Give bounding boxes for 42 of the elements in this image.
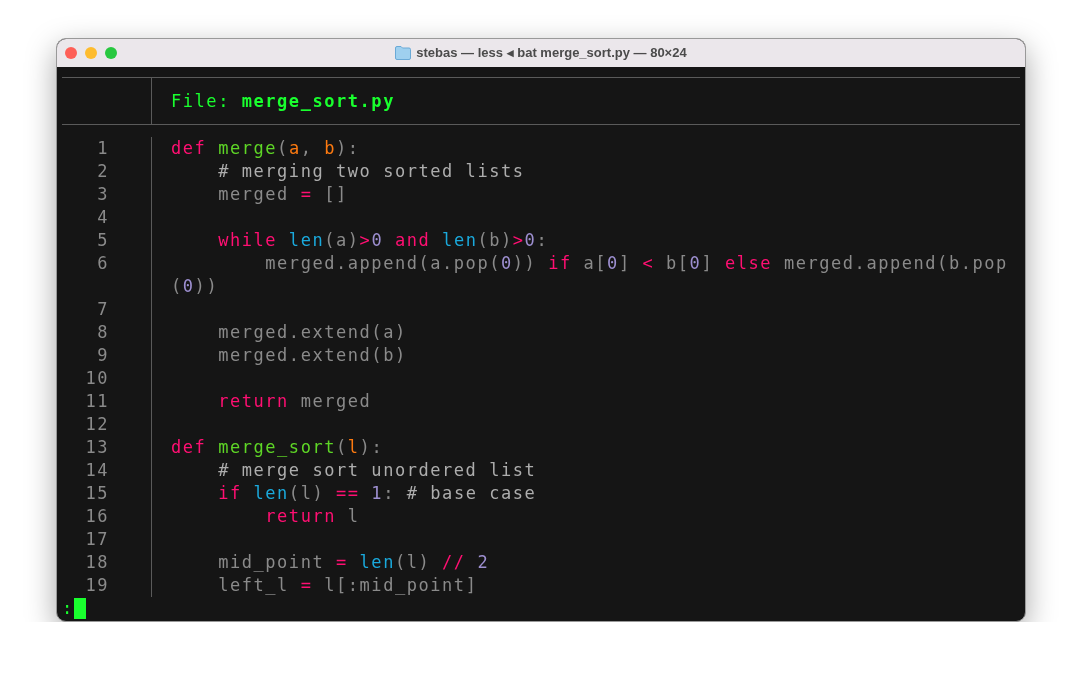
- code-line: return merged: [217, 391, 372, 411]
- line-number: 19: [85, 575, 109, 595]
- line-number: 3: [97, 184, 109, 204]
- code-line: if len(l) == 1: # base case: [217, 483, 537, 503]
- line-number: 18: [85, 552, 109, 572]
- line-number: 1: [97, 138, 109, 158]
- zoom-button[interactable]: [105, 47, 117, 59]
- line-number: 12: [85, 414, 109, 434]
- minimize-button[interactable]: [85, 47, 97, 59]
- line-number: 11: [85, 391, 109, 411]
- code-line: merged.append(a.pop(0)) if a[0] < b[0] else merged.append(b.pop: [264, 253, 1008, 273]
- window-title: stebas — less ◂ bat merge_sort.py — 80×24: [416, 44, 687, 63]
- code-line: (0)): [171, 276, 219, 296]
- line-number: 9: [97, 345, 109, 365]
- code-line: # merge sort unordered list: [217, 460, 537, 480]
- line-number: 8: [97, 322, 109, 342]
- code-line: while len(a)>0 and len(b)>0:: [217, 230, 549, 250]
- line-number: 16: [85, 506, 109, 526]
- text-cursor: [73, 598, 86, 619]
- line-number: 15: [85, 483, 109, 503]
- code-line: mid_point = len(l) // 2: [217, 552, 490, 572]
- code-line: merged.extend(a): [217, 322, 407, 342]
- code-line: def merge(a, b):: [171, 138, 360, 158]
- line-number: 6: [97, 253, 109, 273]
- code-line: merged = []: [217, 184, 348, 204]
- code-line: def merge_sort(l):: [171, 437, 384, 457]
- code-line: merged.extend(b): [217, 345, 407, 365]
- line-number: 14: [85, 460, 109, 480]
- line-number: 17: [85, 529, 109, 549]
- folder-icon: [395, 46, 412, 60]
- file-header: File: merge_sort.py: [170, 90, 395, 113]
- line-number: 10: [85, 368, 109, 388]
- code-line: return l: [264, 506, 360, 526]
- code-line: # merging two sorted lists: [217, 161, 525, 181]
- prompt-text: :: [62, 596, 74, 620]
- line-number: 2: [97, 161, 109, 181]
- line-number: 5: [97, 230, 109, 250]
- code-line: left_l = l[:mid_point]: [217, 575, 478, 595]
- line-number: 7: [97, 299, 109, 319]
- close-button[interactable]: [65, 47, 77, 59]
- line-number: 13: [85, 437, 109, 457]
- line-number: 4: [97, 207, 109, 227]
